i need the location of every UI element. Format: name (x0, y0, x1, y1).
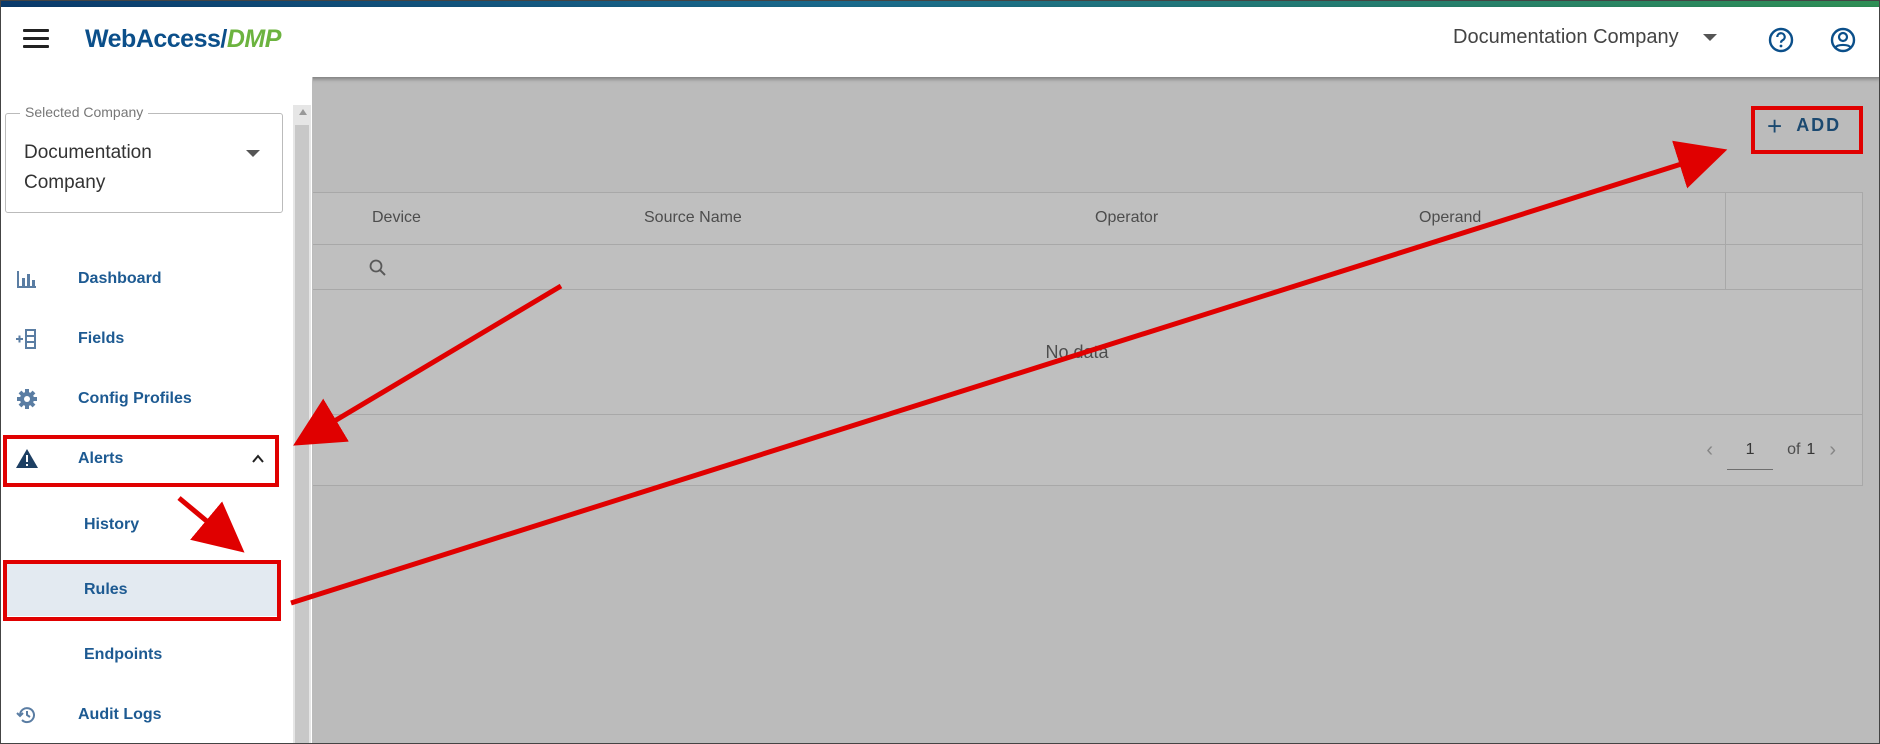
nav-label-config-profiles: Config Profiles (78, 390, 192, 407)
nav-label-dashboard: Dashboard (78, 270, 162, 287)
app-window: WebAccess/DMP Documentation Company + AD… (0, 0, 1880, 744)
company-selector-label: Documentation Company (1453, 26, 1679, 48)
add-field-icon (16, 329, 36, 349)
help-icon[interactable] (1764, 23, 1798, 57)
selected-company-label: Selected Company (20, 104, 149, 120)
chevron-down-icon (1702, 34, 1717, 41)
selected-company-field[interactable]: Selected Company Documentation Company (5, 104, 283, 213)
app-logo[interactable]: WebAccess/DMP (85, 25, 281, 54)
nav-item-history[interactable]: History (1, 499, 291, 551)
nav-label-fields: Fields (78, 330, 125, 347)
highlight-rules (3, 560, 281, 621)
app-header: WebAccess/DMP Documentation Company (1, 7, 1879, 77)
selected-company-value: Documentation Company (24, 142, 152, 193)
bar-chart-icon (17, 271, 36, 288)
nav-label-history: History (84, 516, 140, 533)
highlight-alerts (3, 435, 279, 487)
scroll-up-icon[interactable] (299, 109, 307, 115)
navigation-drawer: Selected Company Documentation Company D… (1, 77, 313, 743)
company-selector[interactable]: Documentation Company (1453, 26, 1717, 49)
scroll-thumb[interactable] (295, 125, 309, 743)
history-icon (16, 707, 35, 724)
highlight-add-button (1751, 106, 1863, 154)
menu-icon[interactable] (23, 29, 49, 53)
nav-item-endpoints[interactable]: Endpoints (1, 629, 291, 681)
gear-icon (17, 389, 37, 409)
nav-item-fields[interactable]: Fields (1, 313, 291, 365)
nav-label-endpoints: Endpoints (84, 646, 163, 663)
nav-item-dashboard[interactable]: Dashboard (1, 253, 291, 305)
account-icon[interactable] (1826, 23, 1860, 57)
logo-text-webaccess: WebAccess/ (85, 25, 227, 53)
nav-item-config-profiles[interactable]: Config Profiles (1, 373, 291, 425)
chevron-down-icon (246, 150, 260, 157)
nav-item-audit-logs[interactable]: Audit Logs (1, 689, 291, 741)
nav-label-audit-logs: Audit Logs (78, 706, 162, 723)
drawer-scrollbar[interactable] (293, 105, 311, 743)
logo-text-dmp: DMP (226, 25, 282, 53)
